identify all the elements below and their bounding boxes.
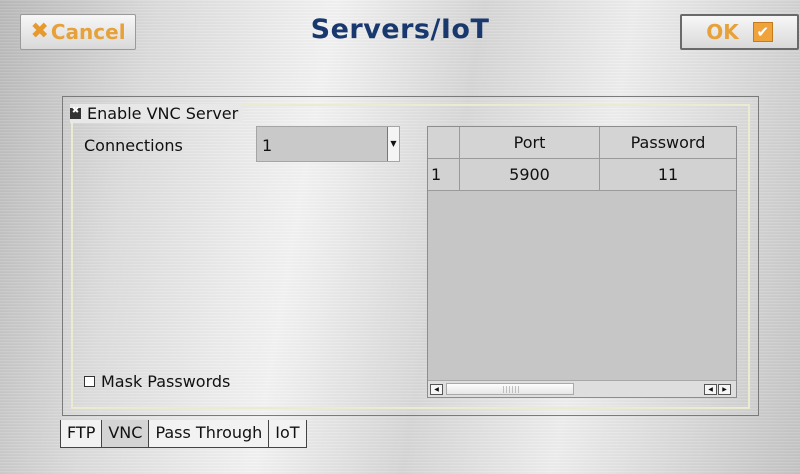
ok-button[interactable]: OK ✔	[680, 14, 799, 50]
mask-passwords-checkbox[interactable]: Mask Passwords	[84, 372, 230, 391]
grip-icon	[503, 386, 519, 393]
connections-label: Connections	[84, 136, 183, 155]
ok-label: OK	[706, 20, 739, 44]
tab-iot[interactable]: IoT	[268, 420, 307, 448]
connections-value: 1	[262, 136, 273, 155]
arrow-left-icon[interactable]: ◀	[430, 384, 443, 395]
vnc-connections-table[interactable]: Port Password 1 5900 11 ◀ ◀ ▶	[427, 126, 737, 398]
check-icon: ✔	[752, 22, 773, 42]
tab-bar: FTP VNC Pass Through IoT	[60, 420, 307, 448]
enable-vnc-label: Enable VNC Server	[87, 104, 239, 123]
arrow-left-icon[interactable]: ◀	[704, 384, 717, 395]
table-header-port: Port	[460, 127, 600, 159]
table-header-index	[428, 127, 460, 159]
table-cell-password[interactable]: 11	[600, 159, 736, 191]
scrollbar-thumb[interactable]	[446, 383, 574, 395]
tab-vnc[interactable]: VNC	[101, 420, 150, 448]
table-cell-port[interactable]: 5900	[460, 159, 600, 191]
tab-ftp[interactable]: FTP	[60, 420, 103, 448]
mask-passwords-label: Mask Passwords	[101, 372, 231, 391]
horizontal-scrollbar[interactable]: ◀ ◀ ▶	[428, 380, 736, 397]
checkbox-checked-icon[interactable]	[70, 106, 81, 119]
checkbox-unchecked-icon[interactable]	[84, 376, 95, 387]
arrow-right-icon[interactable]: ▶	[718, 384, 731, 395]
table-header-password: Password	[600, 127, 736, 159]
tab-pass-through[interactable]: Pass Through	[148, 420, 270, 448]
connections-select[interactable]: 1 ▼	[256, 126, 400, 162]
table-cell-index[interactable]: 1	[428, 159, 460, 191]
enable-vnc-checkbox[interactable]: Enable VNC Server	[70, 104, 243, 123]
chevron-down-icon[interactable]: ▼	[387, 127, 399, 161]
